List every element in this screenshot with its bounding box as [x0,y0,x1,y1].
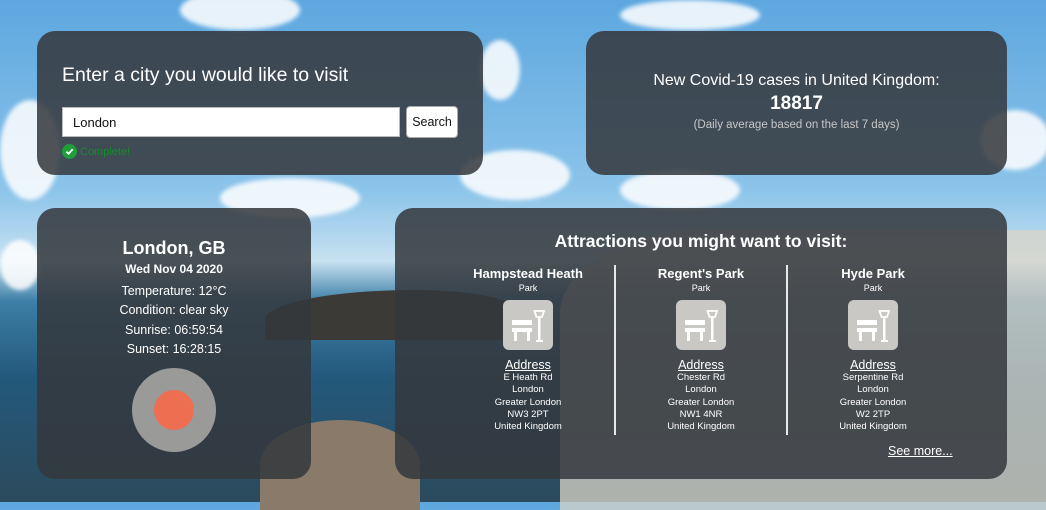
status-text: Complete! [80,145,131,158]
park-bench-icon [848,300,898,350]
covid-case-count: 18817 [770,93,823,114]
city-search-input[interactable] [62,107,400,137]
covid-note: (Daily average based on the last 7 days) [693,119,900,131]
attraction-card: Hyde Park Park Address Serpentine Rd Lon… [788,266,958,433]
attractions-panel: Attractions you might want to visit: Ham… [395,208,1007,479]
see-more-link[interactable]: See more... [888,444,953,458]
attraction-card: Regent's Park Park Address Chester Rd Lo… [616,266,786,433]
address-heading: Address [505,358,551,372]
address-line: United Kingdom [839,421,907,433]
address-line: United Kingdom [494,421,562,433]
weather-sunrise: Sunrise: 06:59:54 [125,323,223,337]
address-line: London [685,384,717,396]
park-bench-icon [503,300,553,350]
address-heading: Address [678,358,724,372]
attraction-card: Hampstead Heath Park Address E Heath Rd … [443,266,613,433]
address-line: London [857,384,889,396]
checkmark-icon [62,144,77,159]
address-line: Greater London [494,396,562,408]
address-line: London [512,384,544,396]
address-line: Serpentine Rd [842,372,904,383]
address-line: W2 2TP [855,408,891,420]
address-line: NW3 2PT [507,408,549,420]
weather-temperature: Temperature: 12°C [121,284,227,298]
search-title: Enter a city you would like to visit [62,64,349,86]
search-status: Complete! [62,144,130,159]
address-heading: Address [850,358,896,372]
weather-panel: London, GB Wed Nov 04 2020 Temperature: … [37,208,311,479]
covid-heading: New Covid-19 cases in United Kingdom: [653,72,940,89]
search-panel: Enter a city you would like to visit Sea… [37,31,483,175]
address-line: Greater London [667,396,735,408]
attraction-type: Park [518,283,538,293]
attraction-name: Regent's Park [657,266,745,281]
weather-sunset: Sunset: 16:28:15 [126,342,222,356]
address-line: United Kingdom [667,421,735,433]
address-line: NW1 4NR [679,408,723,420]
address-line: Chester Rd [676,372,726,383]
address-line: Greater London [839,396,907,408]
weather-date: Wed Nov 04 2020 [125,262,223,276]
park-bench-icon [676,300,726,350]
weather-city: London, GB [122,238,226,258]
address-line: E Heath Rd [503,372,553,383]
attraction-name: Hyde Park [841,266,905,281]
attraction-name: Hampstead Heath [473,266,583,281]
clear-sky-sun-icon [132,368,216,452]
weather-condition: Condition: clear sky [119,303,229,317]
attraction-type: Park [691,283,711,293]
attractions-title: Attractions you might want to visit: [554,231,848,251]
attraction-type: Park [863,283,883,293]
covid-panel: New Covid-19 cases in United Kingdom: 18… [586,31,1007,175]
search-button[interactable]: Search [406,106,458,138]
